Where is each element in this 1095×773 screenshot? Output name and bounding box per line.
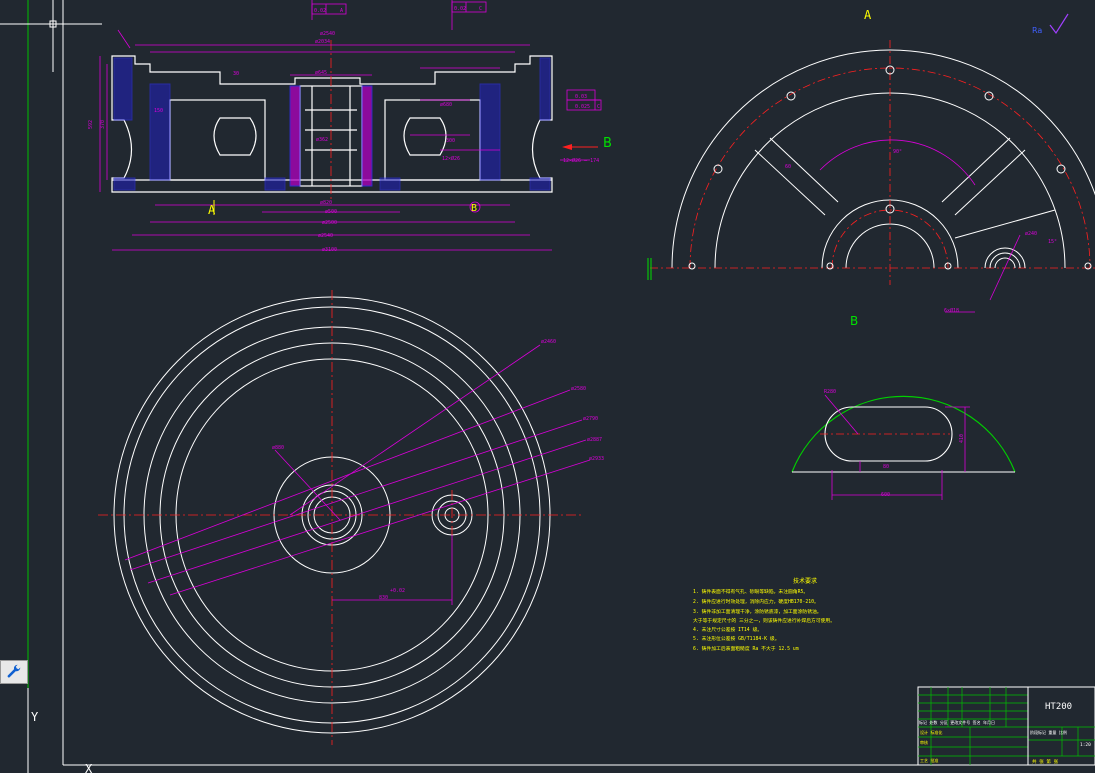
plan-d1: ø2460 xyxy=(541,339,556,345)
dim-w-30: 30 xyxy=(233,71,239,77)
title-block-row-1: 标记 处数 分区 更改文件号 签名 年月日 xyxy=(919,719,995,725)
svg-text:A: A xyxy=(340,8,343,14)
tolerance-frame-right-2: 0.025 C xyxy=(566,99,602,111)
title-block-row-2: 设计 标准化 xyxy=(920,729,942,735)
view-a: A 90° ø240 60 15° 6×Ø18 xyxy=(647,8,1095,314)
tech-item-2: 2. 铸件应进行时效处理，消除内应力，硬度HB170-210。 xyxy=(693,598,819,605)
tolerance-frame-top-left: 0.02 A xyxy=(311,3,347,15)
section-b-marker: B xyxy=(603,136,612,151)
wrench-icon xyxy=(7,664,21,678)
dim-d-b4: ø2540 xyxy=(318,233,333,239)
svg-text:0.03: 0.03 xyxy=(575,94,587,100)
plan-view: ø2460 ø2580 ø2790 ø2887 ø2933 ø880 830 +… xyxy=(98,290,604,745)
plan-d3: ø2790 xyxy=(583,416,598,422)
view-a-ang2: 15° xyxy=(1048,239,1057,245)
dim-d-mid: ø2034 xyxy=(315,39,330,45)
dim-d-bottom: ø3100 xyxy=(322,247,337,253)
view-a-title: A xyxy=(864,8,872,22)
tech-item-3: 3. 铸件非加工面清理干净，涂防锈底漆，加工面涂防锈油。 xyxy=(693,608,822,615)
plan-d4: ø2887 xyxy=(587,437,602,443)
tolerance-frame-top-right: 0.02 C xyxy=(451,1,487,13)
title-block-row-4: 工艺 批准 xyxy=(920,757,938,763)
dim-d-b1: ø820 xyxy=(320,200,332,206)
view-b-title: B xyxy=(850,314,858,328)
svg-text:Ra: Ra xyxy=(1032,26,1042,35)
tech-item-6: 5. 未注形位公差按 GB/T1184-K 级。 xyxy=(693,635,780,642)
title-block-sheet: 共 张 第 张 xyxy=(1032,758,1059,765)
plan-d2: ø2580 xyxy=(571,386,586,392)
dim-d-hub2: ø680 xyxy=(440,102,452,108)
plan-offset: 830 xyxy=(379,595,388,601)
svg-text:C: C xyxy=(479,6,482,12)
dim-d-bore: ø362 xyxy=(316,137,328,143)
title-block-material: HT200 xyxy=(1045,702,1072,712)
ucs-x-label: X xyxy=(85,762,93,773)
dim-d-hub: ø645 xyxy=(315,70,327,76)
tolerance-frame-right-1: 0.03 xyxy=(566,89,596,101)
dim-h-total: 592 xyxy=(88,120,94,129)
dim-d-b2: ø500 xyxy=(325,209,337,215)
tech-item-5: 4. 未注尺寸公差按 IT14 级。 xyxy=(693,626,762,633)
crosshair-cursor xyxy=(0,0,102,72)
title-block-scale: 1:20 xyxy=(1080,742,1091,748)
title-block-right-1: 阶段标记 重量 比例 xyxy=(1030,729,1067,735)
dim-r-150: 150 xyxy=(154,108,163,114)
bottom-b-marker: B xyxy=(471,203,477,214)
view-a-d1: ø240 xyxy=(1025,231,1037,237)
dim-h-mid: 370 xyxy=(100,120,106,129)
dim-d-300: 300 xyxy=(446,138,455,144)
section-view: B A B ø2540 ø2034 ø645 ø362 ø820 ø500 ø2… xyxy=(88,0,612,253)
dim-d-top: ø2540 xyxy=(320,31,335,37)
view-b-w: 600 xyxy=(881,492,890,498)
tech-item-4: 大于等于规定尺寸的 三分之一，则该铸件应进行补焊后方可使用。 xyxy=(693,617,835,624)
tech-item-7: 6. 铸件加工后表面粗糙度 Ra 不大于 12.5 um xyxy=(693,645,799,652)
tech-item-1: 1. 铸件表面不得有气孔、砂眼等缺陷，未注圆角R5。 xyxy=(693,588,808,595)
view-a-rib: 60 xyxy=(785,164,791,170)
view-b-h: 410 xyxy=(959,434,965,443)
svg-text:0.02: 0.02 xyxy=(314,8,326,14)
sheet-frame xyxy=(27,0,1095,773)
ucs-y-label: Y xyxy=(31,710,39,724)
dim-holes-right: 12×Ø26 — 174 xyxy=(563,157,599,164)
roughness-symbol: Ra xyxy=(1032,13,1069,35)
title-block-row-3: 审核 xyxy=(920,739,928,745)
ucs-icon: Y X xyxy=(27,688,93,773)
svg-text:0.02: 0.02 xyxy=(454,6,466,12)
plan-d-hub: ø880 xyxy=(272,445,284,451)
view-a-hole: 6×Ø18 xyxy=(944,307,959,314)
wrench-tool-button[interactable] xyxy=(0,660,28,684)
tech-title: 技术要求 xyxy=(793,577,817,585)
view-b: B R280 600 410 80 xyxy=(791,314,1016,500)
view-b-gap: 80 xyxy=(883,464,889,470)
dim-d-b3: ø2500 xyxy=(322,220,337,226)
view-b-r: R280 xyxy=(824,389,836,395)
svg-text:C: C xyxy=(597,104,600,110)
title-block: HT200 标记 处数 分区 更改文件号 签名 年月日 设计 标准化 审核 工艺… xyxy=(917,686,1095,766)
drawing-canvas[interactable]: B A B ø2540 ø2034 ø645 ø362 ø820 ø500 ø2… xyxy=(0,0,1095,773)
section-a-marker: A xyxy=(208,203,216,217)
view-a-angle: 90° xyxy=(893,149,902,155)
tech-requirements: 技术要求 1. 铸件表面不得有气孔、砂眼等缺陷，未注圆角R5。 2. 铸件应进行… xyxy=(693,577,835,652)
dim-holes-left: 12×Ø26 xyxy=(442,155,460,162)
plan-offset-tol: +0.02 xyxy=(390,588,405,594)
plan-d5: ø2933 xyxy=(589,456,604,462)
svg-text:0.025: 0.025 xyxy=(575,104,590,110)
